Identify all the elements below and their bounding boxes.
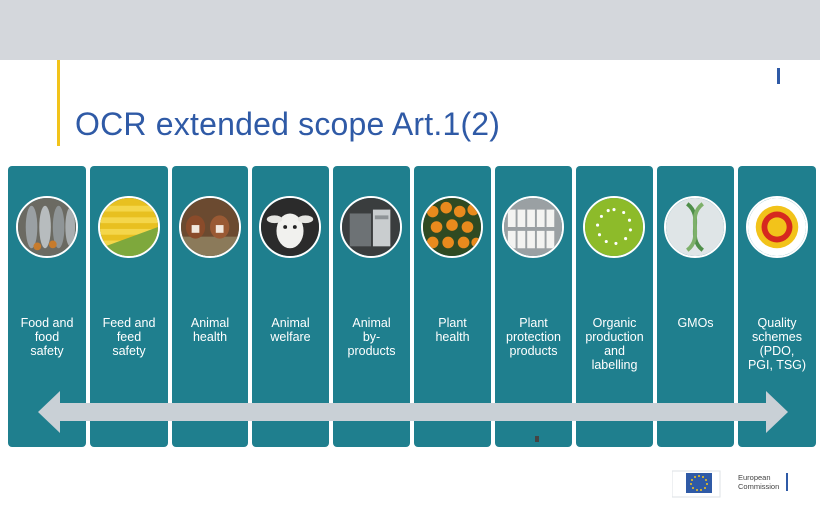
corn-icon <box>98 196 160 258</box>
card-label: Animal health <box>190 316 230 344</box>
bottles-icon <box>502 196 564 258</box>
logo-divider <box>786 473 788 491</box>
dna-icon <box>664 196 726 258</box>
card-label: Organic production and labelling <box>585 316 644 372</box>
card-label: Plant protection products <box>506 316 561 358</box>
card-label: Quality schemes (PDO, PGI, TSG) <box>747 316 807 372</box>
card-label: Food and food safety <box>20 316 74 358</box>
cattle-icon <box>179 196 241 258</box>
card-label: Feed and feed safety <box>102 316 156 358</box>
fish-icon <box>16 196 78 258</box>
card-label: Animal by- products <box>347 316 396 358</box>
slide-marker <box>777 68 780 84</box>
card-label: Animal welfare <box>270 316 311 344</box>
card-label: GMOs <box>677 316 714 330</box>
quality-seal-icon <box>746 196 808 258</box>
european-commission-label: European Commission <box>738 473 780 491</box>
top-banner <box>0 0 820 60</box>
card-label: Plant health <box>435 316 470 344</box>
mouse-cursor <box>535 436 539 442</box>
byproducts-icon <box>340 196 402 258</box>
double-arrow-icon <box>38 391 788 433</box>
organic-leaf-icon <box>583 196 645 258</box>
goat-icon <box>259 196 321 258</box>
title-accent-bar <box>57 60 60 146</box>
citrus-icon <box>421 196 483 258</box>
slide-title: OCR extended scope Art.1(2) <box>75 106 501 142</box>
